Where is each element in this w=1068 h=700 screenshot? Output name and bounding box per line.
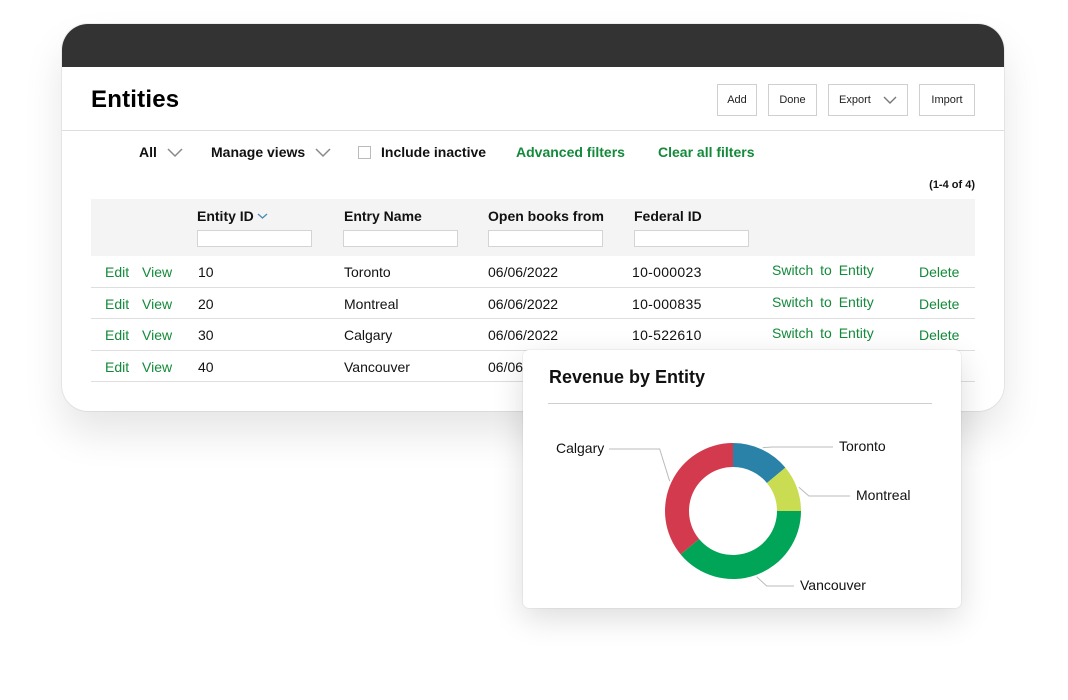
- slice-label-toronto: Toronto: [839, 438, 886, 454]
- entity-id-filter-input[interactable]: [197, 230, 312, 247]
- export-label: Export: [839, 94, 871, 106]
- delete-link[interactable]: Delete: [919, 264, 959, 280]
- open-books-cell: 06/06/2022: [488, 264, 559, 280]
- column-header-open-books[interactable]: Open books from: [488, 208, 604, 224]
- leader-line: [609, 448, 671, 482]
- edit-link[interactable]: Edit: [105, 359, 129, 375]
- revenue-donut-chart: Toronto Montreal Vancouver Calgary: [556, 438, 910, 593]
- federal-id-cell: 10-000023: [632, 264, 702, 280]
- page-title: Entities: [91, 86, 180, 113]
- entity-id-cell: 30: [198, 327, 214, 343]
- view-link[interactable]: View: [142, 264, 172, 280]
- table-row: Edit View 10 Toronto 06/06/2022 10-000023 Swit…: [91, 256, 975, 288]
- table-header: Entity ID Entry Name Open books from Fed…: [91, 199, 975, 256]
- include-inactive-checkbox[interactable]: [358, 145, 371, 159]
- switch-to-entity-link[interactable]: Switch to Entity: [772, 294, 874, 310]
- open-books-cell: 06/06/2022: [488, 327, 559, 343]
- manage-views-dropdown[interactable]: Manage views: [211, 144, 331, 160]
- leader-line: [756, 576, 794, 587]
- switch-to-entity-link[interactable]: Switch to Entity: [772, 262, 874, 278]
- column-header-entity-id[interactable]: Entity ID: [197, 208, 268, 224]
- include-inactive-toggle[interactable]: Include inactive: [358, 144, 486, 160]
- view-selector-label: All: [139, 144, 157, 160]
- federal-id-cell: 10-522610: [632, 327, 702, 343]
- slice-label-calgary: Calgary: [556, 440, 604, 456]
- chevron-down-icon: [167, 148, 183, 158]
- federal-id-cell: 10-000835: [632, 295, 702, 312]
- manage-views-label: Manage views: [211, 144, 306, 160]
- table-row: Edit View 20 Montreal 06/06/2022 10-000835 Swi…: [91, 288, 975, 319]
- entry-name-cell: Vancouver: [344, 358, 410, 375]
- entry-name-cell: Toronto: [344, 264, 391, 280]
- slice-label-vancouver: Vancouver: [800, 577, 866, 593]
- sort-chevron-icon: [257, 213, 268, 219]
- donut-slice-vancouver: [680, 511, 801, 579]
- view-selector[interactable]: All: [139, 144, 183, 160]
- entity-id-cell: 40: [198, 358, 214, 375]
- donut-slice-calgary: [665, 443, 733, 555]
- record-count: (1-4 of 4): [929, 179, 975, 191]
- view-link[interactable]: View: [142, 359, 172, 375]
- filter-bar: All Manage views Include inactive Advanc…: [62, 131, 1004, 175]
- add-button[interactable]: Add: [717, 84, 757, 116]
- edit-link[interactable]: Edit: [105, 296, 129, 312]
- page-header: Entities Add Done Export Import: [62, 67, 1004, 131]
- include-inactive-label: Include inactive: [381, 144, 487, 160]
- column-header-label: Entity ID: [197, 208, 254, 224]
- slice-label-montreal: Montreal: [856, 487, 910, 503]
- revenue-chart-card: Revenue by Entity Toronto Montreal Vancouv…: [523, 350, 961, 608]
- view-link[interactable]: View: [142, 296, 172, 312]
- clear-all-filters-link[interactable]: Clear all filters: [658, 144, 755, 160]
- view-link[interactable]: View: [142, 327, 172, 343]
- chevron-down-icon: [315, 148, 331, 158]
- entity-id-cell: 20: [198, 295, 214, 312]
- table-row: Edit View 30 Calgary 06/06/2022 10-522610 Swit…: [91, 319, 975, 351]
- entry-name-cell: Montreal: [344, 295, 399, 312]
- column-header-federal-id[interactable]: Federal ID: [634, 208, 702, 224]
- entry-name-filter-input[interactable]: [343, 230, 458, 247]
- export-button[interactable]: Export: [828, 84, 908, 116]
- done-button[interactable]: Done: [768, 84, 817, 116]
- import-button[interactable]: Import: [919, 84, 975, 116]
- open-books-filter-input[interactable]: [488, 230, 603, 247]
- column-header-entry-name[interactable]: Entry Name: [344, 208, 422, 224]
- delete-link[interactable]: Delete: [919, 296, 959, 312]
- federal-id-filter-input[interactable]: [634, 230, 749, 247]
- leader-line: [762, 446, 833, 449]
- window-title-bar: [62, 24, 1004, 67]
- switch-to-entity-link[interactable]: Switch to Entity: [772, 325, 874, 341]
- advanced-filters-link[interactable]: Advanced filters: [516, 144, 625, 160]
- entity-id-cell: 10: [198, 264, 214, 280]
- leader-line: [798, 486, 850, 497]
- edit-link[interactable]: Edit: [105, 327, 129, 343]
- delete-link[interactable]: Delete: [919, 327, 959, 343]
- entry-name-cell: Calgary: [344, 327, 393, 343]
- chevron-down-icon: [883, 96, 897, 104]
- open-books-cell: 06/06/2022: [488, 295, 559, 312]
- edit-link[interactable]: Edit: [105, 264, 129, 280]
